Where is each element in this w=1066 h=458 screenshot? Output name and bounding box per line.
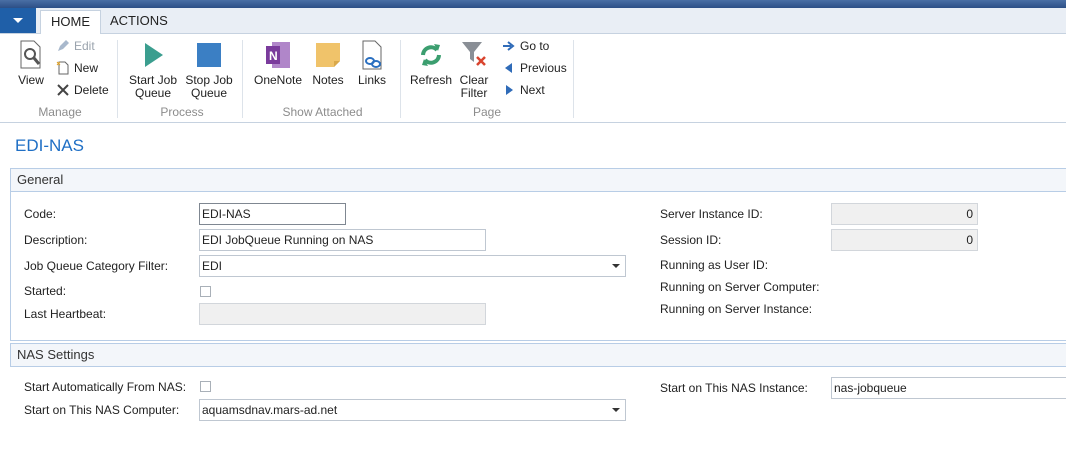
running-computer-label: Running on Server Computer: xyxy=(660,280,820,294)
previous-button[interactable]: Previous xyxy=(502,59,567,77)
tab-actions[interactable]: ACTIONS xyxy=(100,10,178,32)
stop-label-1: Stop Job xyxy=(185,73,233,87)
new-label: New xyxy=(74,61,99,75)
nas-computer-label: Start on This NAS Computer: xyxy=(24,403,180,417)
ribbon-separator xyxy=(400,40,401,118)
start-auto-checkbox[interactable] xyxy=(200,381,211,392)
onenote-icon: N xyxy=(266,42,290,68)
description-label: Description: xyxy=(24,233,88,247)
refresh-icon xyxy=(421,44,441,66)
group-label-show-attached: Show Attached xyxy=(282,105,363,119)
links-icon xyxy=(362,40,382,70)
play-icon xyxy=(145,43,163,67)
edit-button[interactable]: Edit xyxy=(56,37,95,55)
last-heartbeat-field xyxy=(199,303,486,325)
triangle-right-icon xyxy=(506,85,513,95)
next-button[interactable]: Next xyxy=(502,81,545,99)
code-field[interactable]: EDI-NAS xyxy=(199,203,346,225)
group-label-page: Page xyxy=(472,105,502,119)
stop-icon xyxy=(197,43,221,67)
links-button[interactable]: Links xyxy=(353,40,391,87)
arrow-right-icon xyxy=(503,41,515,51)
nas-instance-field[interactable]: nas-jobqueue xyxy=(831,377,1066,399)
general-section-header[interactable]: General xyxy=(10,168,1066,192)
svg-text:N: N xyxy=(269,49,278,63)
nas-section-header[interactable]: NAS Settings xyxy=(10,343,1066,367)
notes-label: Notes xyxy=(312,73,344,87)
started-checkbox[interactable] xyxy=(200,286,211,297)
delete-label: Delete xyxy=(74,83,109,97)
start-label-2: Queue xyxy=(134,86,172,100)
view-button[interactable]: View xyxy=(14,40,48,87)
category-filter-dropdown[interactable]: EDI xyxy=(199,255,626,277)
running-user-label: Running as User ID: xyxy=(660,258,769,272)
view-icon xyxy=(20,40,41,69)
new-document-icon xyxy=(56,61,69,75)
group-label-manage: Manage xyxy=(38,105,82,119)
chevron-down-icon xyxy=(13,18,23,23)
view-label: View xyxy=(18,73,44,87)
next-label: Next xyxy=(520,83,545,97)
go-to-label: Go to xyxy=(520,39,550,53)
stop-job-queue-button[interactable]: Stop Job Queue xyxy=(182,40,236,100)
stop-label-2: Queue xyxy=(190,86,228,100)
session-id-field: 0 xyxy=(831,229,978,251)
nas-computer-value: aquamsdnav.mars-ad.net xyxy=(202,403,338,417)
server-instance-field: 0 xyxy=(831,203,978,225)
start-label-1: Start Job xyxy=(128,73,178,87)
code-label: Code: xyxy=(24,207,57,221)
clear-label-2: Filter xyxy=(460,86,488,100)
pencil-icon xyxy=(58,40,69,51)
triangle-left-icon xyxy=(505,63,512,73)
page-title: EDI-NAS xyxy=(15,136,84,155)
new-button[interactable]: New xyxy=(56,59,98,77)
go-to-button[interactable]: Go to xyxy=(502,37,549,55)
chevron-down-icon xyxy=(612,408,620,412)
ribbon-separator xyxy=(117,40,118,118)
group-label-process: Process xyxy=(160,105,204,119)
nas-header-label: NAS Settings xyxy=(17,347,95,362)
refresh-button[interactable]: Refresh xyxy=(408,40,454,87)
running-instance-label: Running on Server Instance: xyxy=(660,302,813,316)
nas-computer-dropdown[interactable]: aquamsdnav.mars-ad.net xyxy=(199,399,626,421)
category-filter-value: EDI xyxy=(202,259,223,273)
previous-label: Previous xyxy=(520,61,567,75)
notes-icon xyxy=(316,43,340,67)
start-auto-label: Start Automatically From NAS: xyxy=(24,380,187,394)
clear-label-1: Clear xyxy=(459,73,489,87)
links-label: Links xyxy=(357,73,386,87)
delete-icon xyxy=(57,84,69,96)
chevron-down-icon xyxy=(612,264,620,268)
last-heartbeat-label: Last Heartbeat: xyxy=(24,307,107,321)
refresh-label: Refresh xyxy=(409,73,453,87)
server-instance-label: Server Instance ID: xyxy=(660,207,763,221)
start-job-queue-button[interactable]: Start Job Queue xyxy=(126,40,180,100)
general-header-label: General xyxy=(17,172,64,187)
session-id-label: Session ID: xyxy=(660,233,722,247)
onenote-button[interactable]: N OneNote xyxy=(252,40,304,87)
window-title-bar xyxy=(0,0,1066,8)
nas-instance-label: Start on This NAS Instance: xyxy=(660,381,808,395)
ribbon-separator xyxy=(573,40,574,118)
description-field[interactable]: EDI JobQueue Running on NAS xyxy=(199,229,486,251)
app-menu-button[interactable] xyxy=(0,8,36,33)
category-filter-label: Job Queue Category Filter: xyxy=(24,259,169,273)
clear-filter-icon xyxy=(462,42,486,66)
ribbon-separator xyxy=(242,40,243,118)
notes-button[interactable]: Notes xyxy=(309,40,347,87)
ribbon: View Edit New Delete Manage Start Job Qu… xyxy=(0,34,1066,123)
started-label: Started: xyxy=(24,284,67,298)
delete-button[interactable]: Delete xyxy=(56,81,109,99)
tab-home[interactable]: HOME xyxy=(40,10,101,35)
onenote-label: OneNote xyxy=(253,73,303,87)
clear-filter-button[interactable]: Clear Filter xyxy=(456,40,492,100)
edit-label: Edit xyxy=(74,39,95,53)
